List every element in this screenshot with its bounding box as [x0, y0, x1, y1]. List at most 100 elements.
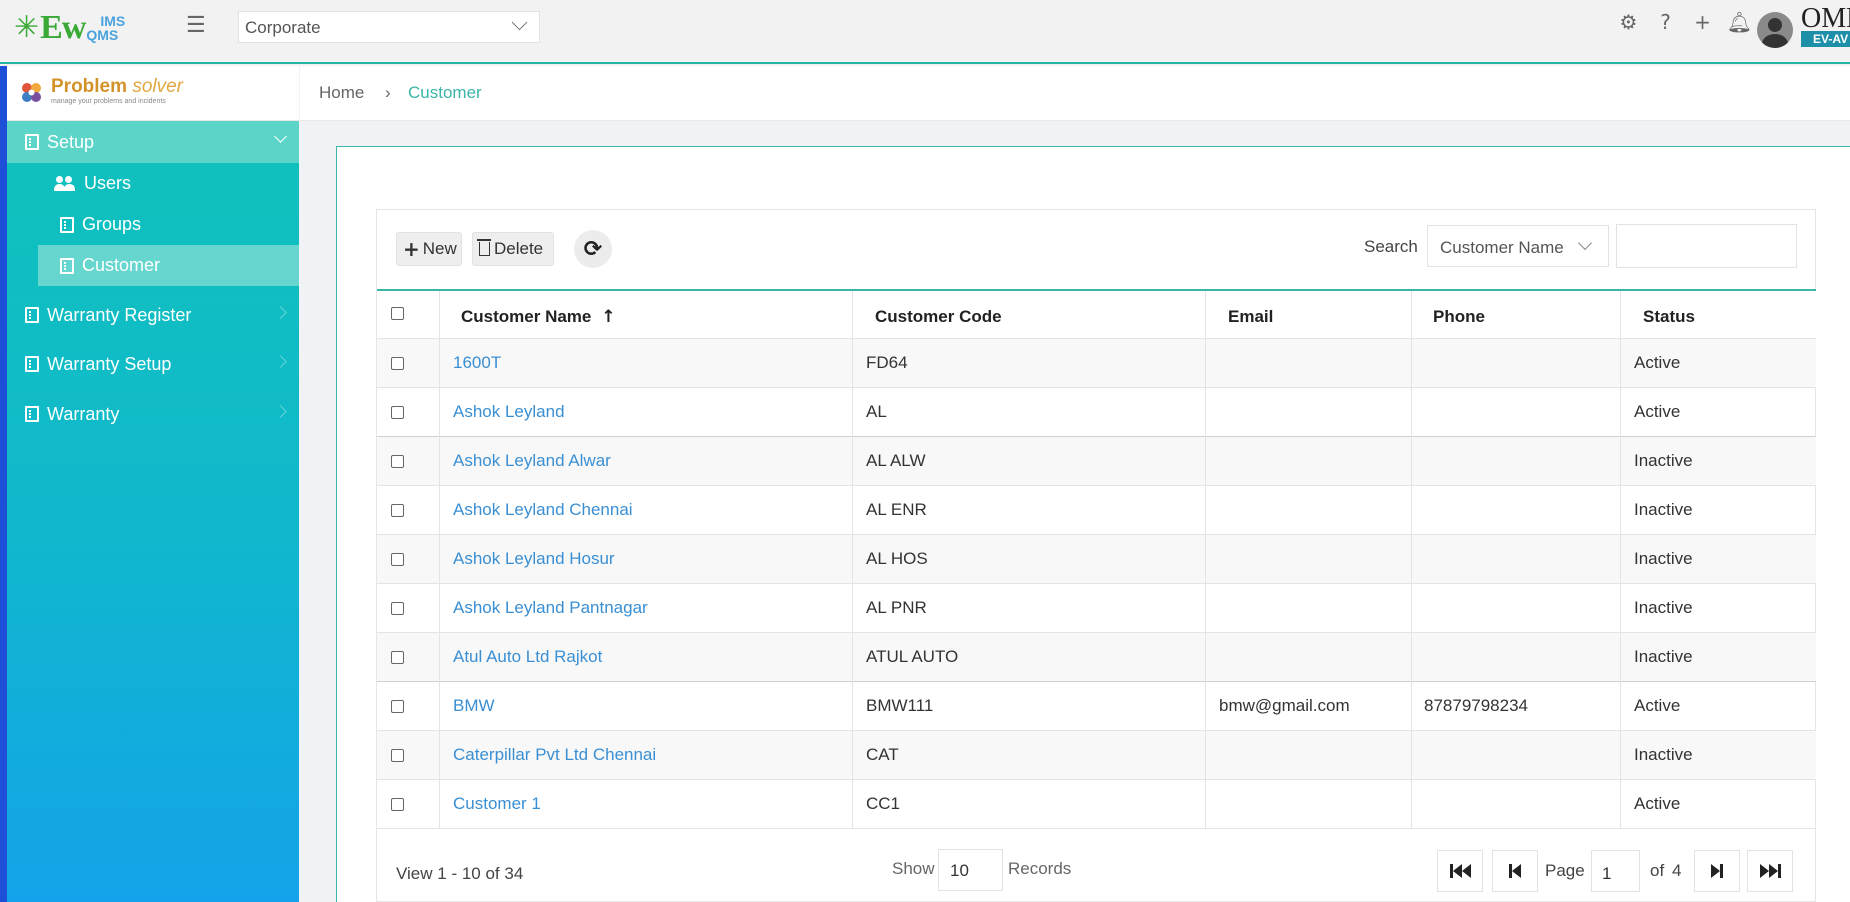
sidebar-item-groups[interactable]: Groups — [38, 204, 299, 245]
cell-status: Active — [1620, 780, 1816, 829]
header-actions: ⚙ ? + 🔔︎ — [1610, 10, 1758, 34]
chevron-down-icon — [511, 14, 528, 31]
row-checkbox[interactable] — [391, 553, 404, 566]
row-select-cell — [377, 584, 439, 633]
users-icon — [54, 175, 76, 192]
cell-customer-name[interactable]: Ashok Leyland Chennai — [439, 486, 852, 535]
previous-page-button[interactable] — [1492, 850, 1538, 892]
refresh-icon: ⟳ — [583, 236, 603, 262]
cell-email — [1205, 584, 1411, 633]
sidebar-item-setup[interactable]: Setup — [7, 121, 299, 163]
row-checkbox[interactable] — [391, 357, 404, 370]
refresh-button[interactable]: ⟳ — [574, 230, 612, 268]
first-page-button[interactable] — [1437, 850, 1483, 892]
cell-customer-code: FD64 — [852, 339, 1205, 388]
new-button-label: New — [422, 239, 457, 258]
pager-total-pages: 4 — [1672, 861, 1682, 880]
plus-icon[interactable]: + — [1684, 10, 1721, 34]
table-row[interactable]: 1600T FD64 Active — [377, 339, 1816, 388]
row-select-cell — [377, 633, 439, 682]
breadcrumb-separator: › — [385, 83, 391, 102]
sidebar-item-warranty-register[interactable]: Warranty Register — [7, 294, 299, 336]
app-logo[interactable]: ✳ Ew IMS QMS — [14, 8, 125, 48]
help-icon[interactable]: ? — [1647, 10, 1684, 34]
product-logo[interactable]: Problem solver manage your problems and … — [7, 66, 299, 121]
row-checkbox[interactable] — [391, 406, 404, 419]
row-checkbox[interactable] — [391, 602, 404, 615]
sidebar-item-customer[interactable]: Customer — [38, 245, 299, 286]
page-size-input[interactable]: 10 — [938, 849, 1003, 891]
building-icon — [25, 406, 39, 422]
cell-customer-name[interactable]: Customer 1 — [439, 780, 852, 829]
sidebar-item-label: Users — [84, 173, 132, 193]
table-row[interactable]: Atul Auto Ltd Rajkot ATUL AUTO Inactive — [377, 633, 1816, 682]
table-row[interactable]: Ashok Leyland Alwar AL ALW Inactive — [377, 437, 1816, 486]
search-input[interactable] — [1616, 224, 1797, 268]
cell-email — [1205, 339, 1411, 388]
select-all-cell — [377, 291, 439, 340]
search-field-select[interactable]: Customer Name — [1427, 225, 1609, 267]
cell-customer-name[interactable]: Atul Auto Ltd Rajkot — [439, 633, 852, 682]
sidebar-item-label: Warranty Setup — [47, 353, 172, 374]
trash-icon — [477, 239, 491, 256]
gear-icon[interactable]: ⚙ — [1610, 10, 1647, 34]
user-avatar[interactable] — [1757, 12, 1793, 48]
sidebar-item-label: Customer — [82, 255, 161, 275]
table-row[interactable]: BMW BMW111 bmw@gmail.com 87879798234 Active — [377, 682, 1816, 731]
customer-table: Customer Name ↑ Customer Code Email Phone… — [377, 289, 1816, 829]
product-logo-icon — [22, 83, 41, 102]
table-row[interactable]: Ashok Leyland Hosur AL HOS Inactive — [377, 535, 1816, 584]
cell-customer-name[interactable]: BMW — [439, 682, 852, 731]
column-header-customer-code[interactable]: Customer Code — [852, 291, 1205, 340]
logo-subtext: IMS QMS — [86, 13, 126, 43]
menu-toggle-icon[interactable]: ☰ — [186, 12, 206, 38]
bell-icon[interactable]: 🔔︎ — [1721, 10, 1758, 34]
column-header-customer-name[interactable]: Customer Name ↑ — [439, 291, 852, 340]
row-checkbox[interactable] — [391, 455, 404, 468]
table-row[interactable]: Customer 1 CC1 Active — [377, 780, 1816, 829]
row-checkbox[interactable] — [391, 749, 404, 762]
cell-phone: 87879798234 — [1411, 682, 1620, 731]
cell-customer-name[interactable]: Caterpillar Pvt Ltd Chennai — [439, 731, 852, 780]
column-header-email[interactable]: Email — [1205, 291, 1411, 340]
row-checkbox[interactable] — [391, 651, 404, 664]
cell-customer-name[interactable]: Ashok Leyland Hosur — [439, 535, 852, 584]
column-header-phone[interactable]: Phone — [1411, 291, 1620, 340]
cell-customer-name[interactable]: Ashok Leyland Alwar — [439, 437, 852, 486]
cell-phone — [1411, 388, 1620, 437]
cell-status: Inactive — [1620, 437, 1816, 486]
delete-button[interactable]: Delete — [472, 232, 554, 266]
logo-star-icon: ✳ — [14, 10, 40, 45]
organization-select[interactable]: Corporate — [238, 11, 540, 43]
breadcrumb: Home › Customer — [300, 66, 1850, 121]
row-checkbox[interactable] — [391, 700, 404, 713]
cell-phone — [1411, 780, 1620, 829]
table-row[interactable]: Ashok Leyland Chennai AL ENR Inactive — [377, 486, 1816, 535]
table-row[interactable]: Caterpillar Pvt Ltd Chennai CAT Inactive — [377, 731, 1816, 780]
cell-email — [1205, 780, 1411, 829]
row-checkbox[interactable] — [391, 504, 404, 517]
new-button[interactable]: + New — [396, 232, 462, 266]
table-row[interactable]: Ashok Leyland AL Active — [377, 388, 1816, 437]
page-number-input[interactable]: 1 — [1591, 850, 1640, 892]
sidebar-item-users[interactable]: Users — [38, 163, 299, 204]
cell-customer-name[interactable]: 1600T — [439, 339, 852, 388]
cell-customer-code: AL PNR — [852, 584, 1205, 633]
last-page-button[interactable] — [1747, 850, 1793, 892]
sidebar-item-warranty[interactable]: Warranty — [7, 393, 299, 435]
breadcrumb-home[interactable]: Home — [319, 83, 364, 103]
chevron-down-icon — [1577, 235, 1593, 251]
cell-email — [1205, 388, 1411, 437]
cell-phone — [1411, 731, 1620, 780]
cell-email — [1205, 731, 1411, 780]
select-all-checkbox[interactable] — [391, 307, 404, 320]
next-page-button[interactable] — [1694, 850, 1740, 892]
column-header-status[interactable]: Status — [1620, 291, 1816, 340]
row-checkbox[interactable] — [391, 798, 404, 811]
sidebar-item-warranty-setup[interactable]: Warranty Setup — [7, 343, 299, 385]
table-row[interactable]: Ashok Leyland Pantnagar AL PNR Inactive — [377, 584, 1816, 633]
product-name: Problem solver — [51, 76, 183, 97]
cell-customer-name[interactable]: Ashok Leyland Pantnagar — [439, 584, 852, 633]
sort-up-icon: ↑ — [601, 307, 616, 327]
cell-customer-name[interactable]: Ashok Leyland — [439, 388, 852, 437]
